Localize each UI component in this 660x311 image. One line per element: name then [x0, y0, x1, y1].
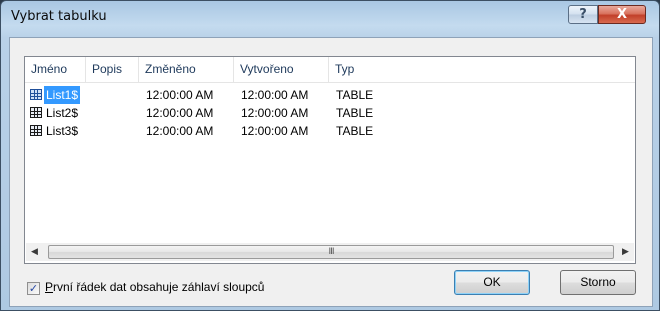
row-modified: 12:00:00 AM [146, 106, 214, 120]
column-header-modified[interactable]: Změněno [139, 57, 234, 82]
row-created: 12:00:00 AM [241, 106, 309, 120]
scroll-right-icon[interactable]: ▶ [617, 244, 634, 261]
table-icon [30, 89, 42, 100]
list-header: Jméno Popis Změněno Vytvořeno Typ [25, 57, 635, 83]
header-row-label-text: rvní řádek dat obsahuje záhlaví sloupců [53, 280, 265, 294]
column-header-type[interactable]: Typ [329, 57, 635, 82]
table-list[interactable]: Jméno Popis Změněno Vytvořeno Typ List1$… [24, 56, 636, 264]
row-type: TABLE [336, 106, 374, 120]
column-header-created[interactable]: Vytvořeno [234, 57, 329, 82]
scrollbar-thumb[interactable]: III [48, 245, 614, 259]
table-row[interactable]: List1$ 12:00:00 AM 12:00:00 AM TABLE [25, 86, 635, 104]
row-modified: 12:00:00 AM [146, 124, 214, 138]
horizontal-scrollbar[interactable]: ◀ III ▶ [26, 243, 634, 261]
header-row-checkbox-label[interactable]: První řádek dat obsahuje záhlaví sloupců [45, 280, 264, 294]
row-type: TABLE [336, 124, 374, 138]
row-name: List3$ [46, 124, 79, 138]
row-created: 12:00:00 AM [241, 124, 309, 138]
row-modified: 12:00:00 AM [146, 88, 214, 102]
help-button[interactable]: ? [568, 5, 598, 24]
column-header-name[interactable]: Jméno [25, 57, 86, 82]
dialog-body: Jméno Popis Změněno Vytvořeno Typ List1$… [9, 37, 653, 307]
dialog-window: Vybrat tabulku ? X Jméno Popis Změněno V… [0, 0, 660, 311]
table-row[interactable]: List2$ 12:00:00 AM 12:00:00 AM TABLE [25, 104, 635, 122]
table-row[interactable]: List3$ 12:00:00 AM 12:00:00 AM TABLE [25, 122, 635, 140]
table-icon [30, 125, 42, 136]
ok-button[interactable]: OK [454, 270, 530, 295]
title-bar[interactable]: Vybrat tabulku ? X [1, 1, 659, 37]
header-row-checkbox[interactable]: ✓ [27, 282, 40, 295]
row-type: TABLE [336, 88, 374, 102]
row-name: List1$ [44, 86, 81, 104]
table-icon [30, 107, 42, 118]
cancel-button[interactable]: Storno [560, 270, 636, 295]
column-header-description[interactable]: Popis [86, 57, 139, 82]
row-created: 12:00:00 AM [241, 88, 309, 102]
dialog-title: Vybrat tabulku [11, 9, 107, 24]
access-key-letter: P [45, 280, 54, 294]
row-name: List2$ [46, 106, 79, 120]
close-button[interactable]: X [598, 5, 646, 24]
scroll-left-icon[interactable]: ◀ [26, 244, 43, 261]
